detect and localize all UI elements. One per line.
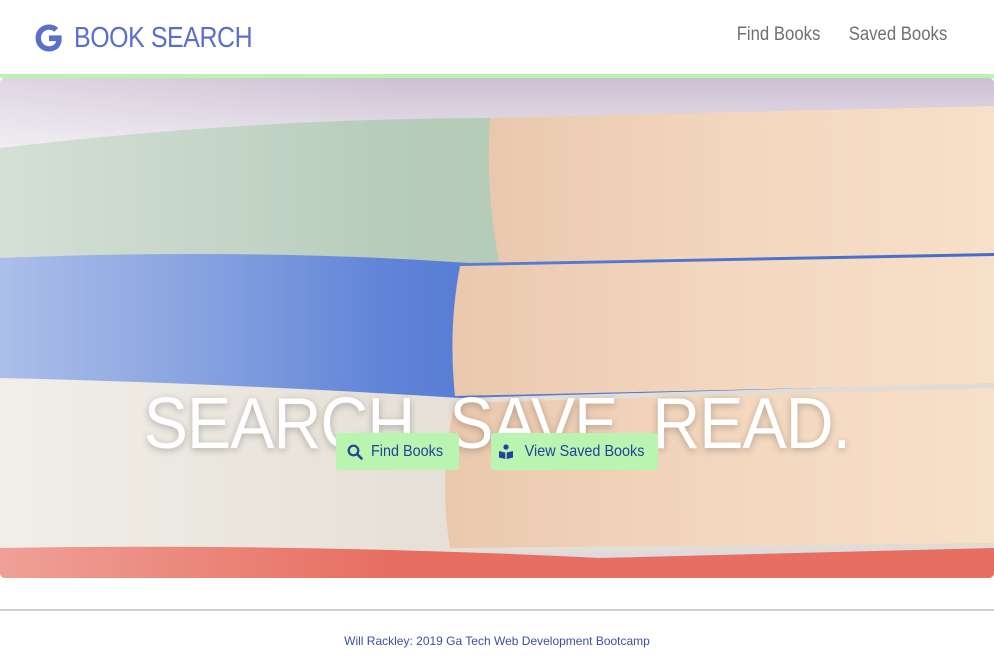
footer-divider — [0, 609, 994, 611]
book-reader-icon — [498, 443, 513, 459]
google-g-icon — [35, 24, 62, 52]
find-books-button[interactable]: Find Books — [336, 433, 459, 470]
nav-links: Find Books Saved Books — [731, 24, 954, 46]
hero-jumbotron: SEARCH. SAVE. READ. Find Books View Save… — [0, 78, 994, 578]
footer-credit: Will Rackley: 2019 Ga Tech Web Developme… — [344, 634, 650, 648]
find-books-button-label: Find Books — [371, 442, 444, 460]
brand-link[interactable]: BOOK SEARCH — [30, 17, 281, 59]
hero-books-image — [0, 78, 994, 578]
view-saved-books-button-label: View Saved Books — [524, 442, 645, 460]
brand-title: BOOK SEARCH — [74, 21, 253, 54]
nav-saved-books[interactable]: Saved Books — [849, 24, 948, 46]
view-saved-books-button[interactable]: View Saved Books — [491, 433, 658, 470]
navbar: BOOK SEARCH Find Books Saved Books — [0, 0, 994, 78]
search-icon — [348, 444, 364, 460]
nav-find-books[interactable]: Find Books — [737, 24, 821, 46]
